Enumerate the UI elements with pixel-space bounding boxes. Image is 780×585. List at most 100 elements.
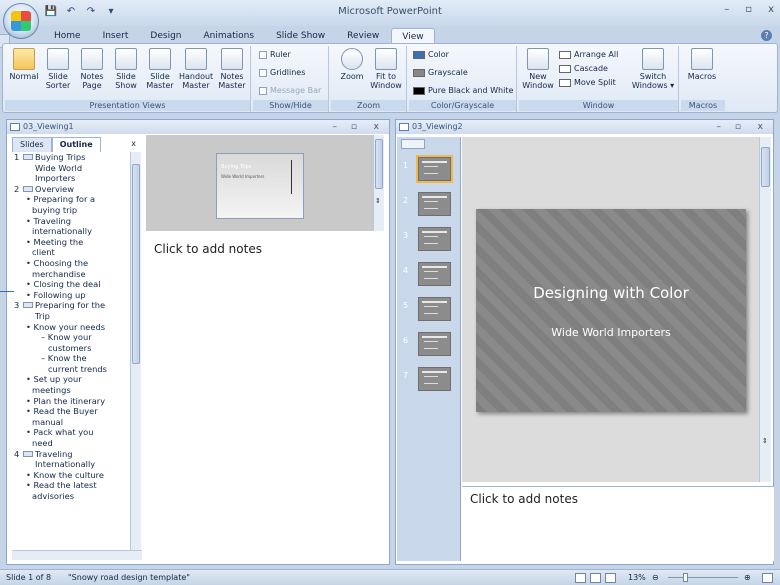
slide-show-status-icon[interactable]: [605, 573, 616, 583]
right-notes-placeholder[interactable]: Click to add notes: [470, 492, 578, 506]
slide-thumbnail[interactable]: [418, 227, 451, 251]
slide-thumbnail[interactable]: [416, 155, 453, 183]
prev-next-slide-icon[interactable]: ⇕: [762, 437, 768, 445]
outline-bullet[interactable]: • Set up your meetings: [12, 374, 130, 395]
slide-subtitle[interactable]: Wide World Importers: [476, 326, 746, 339]
outline-bullet[interactable]: – Know your customers: [12, 332, 130, 353]
notes-page-button[interactable]: Notes Page: [75, 48, 109, 90]
slide-master-button[interactable]: Slide Master: [143, 48, 177, 90]
gridlines-checkbox[interactable]: Gridlines: [259, 68, 305, 77]
outline-bullet[interactable]: • Closing the deal: [12, 279, 130, 290]
thumbnail-number: 2: [403, 196, 409, 205]
left-notes-placeholder[interactable]: Click to add notes: [154, 242, 262, 256]
outline-slide[interactable]: 4 Traveling Internationally: [12, 449, 130, 470]
group-macros: Macros Macros: [681, 46, 725, 112]
prev-next-slide-icon[interactable]: ⇕: [375, 197, 381, 205]
current-slide[interactable]: Designing with Color Wide World Importer…: [476, 209, 746, 412]
window-controls: – ▫ x: [724, 4, 774, 15]
normal-view-status-icon[interactable]: [575, 573, 586, 583]
left-slide-scroll-thumb[interactable]: [375, 139, 383, 189]
right-slide-scrollbar[interactable]: ⇕: [759, 137, 771, 482]
left-slide-scrollbar[interactable]: ⇕: [373, 135, 384, 231]
tab-slides[interactable]: Slides: [12, 137, 52, 152]
slide-thumbnails-pane[interactable]: 1 2 3 4 5 6 7: [397, 137, 461, 561]
slide-sorter-icon: [47, 48, 69, 70]
macros-button[interactable]: Macros: [685, 48, 719, 81]
outline-bullet[interactable]: • Pack what you need: [12, 427, 130, 448]
outline-bullet[interactable]: • Know your needs: [12, 322, 130, 333]
outline-bullet[interactable]: – Know the current trends: [12, 353, 130, 374]
notes-master-icon: [221, 48, 243, 70]
new-window-button[interactable]: New Window: [521, 48, 555, 90]
slide-thumbnail[interactable]: [418, 367, 451, 391]
right-slide-scroll-thumb[interactable]: [761, 147, 770, 187]
outline-bullet[interactable]: • Preparing for a buying trip: [12, 194, 130, 215]
slide-show-button[interactable]: Slide Show: [109, 48, 143, 90]
outline-bullet[interactable]: • Know the culture: [12, 470, 130, 481]
grayscale-button[interactable]: Grayscale: [413, 68, 468, 77]
outline-scroll-thumb[interactable]: [132, 164, 140, 364]
outline-slide-title[interactable]: Preparing for the Trip: [35, 300, 130, 321]
outline-bullet[interactable]: • Read the Buyer manual: [12, 406, 130, 427]
outline-bullet[interactable]: • Choosing the merchandise: [12, 258, 130, 279]
close-button[interactable]: x: [768, 4, 774, 15]
notes-master-button[interactable]: Notes Master: [215, 48, 249, 90]
zoom-in-icon[interactable]: ⊕: [744, 573, 751, 582]
outline-bullet[interactable]: • Read the latest advisories: [12, 480, 130, 501]
outline-bullet[interactable]: • Traveling internationally: [12, 216, 130, 237]
switch-windows-button[interactable]: Switch Windows ▾: [631, 48, 675, 90]
fit-to-window-button[interactable]: Fit to Window: [369, 48, 403, 90]
outline-slide-title[interactable]: Overview: [35, 184, 130, 195]
right-restore-button[interactable]: ▫: [735, 120, 741, 134]
outline-slide[interactable]: 2 Overview: [12, 184, 130, 195]
outline-pane[interactable]: 1 Buying Trips Wide World Importers 2 Overv…: [12, 152, 130, 550]
slide-sorter-button[interactable]: Slide Sorter: [41, 48, 75, 90]
thumb-text-lines: [424, 341, 438, 349]
zoom-slider-knob[interactable]: [683, 573, 688, 582]
zoom-level[interactable]: 13%: [628, 573, 646, 582]
restore-button[interactable]: ▫: [745, 4, 752, 15]
outline-slide-title[interactable]: Traveling Internationally: [35, 449, 130, 470]
outline-bullet[interactable]: • Following up: [12, 290, 130, 301]
document-icon: [10, 123, 20, 131]
help-icon[interactable]: ?: [761, 30, 772, 41]
color-button[interactable]: Color: [413, 50, 449, 59]
left-slide-thumbnail[interactable]: Buying Trips Wide World Importers: [216, 153, 304, 219]
left-close-button[interactable]: x: [374, 120, 379, 134]
ruler-checkbox[interactable]: Ruler: [259, 50, 291, 59]
minimize-button[interactable]: –: [724, 4, 729, 15]
pure-black-white-button[interactable]: Pure Black and White: [413, 86, 513, 95]
office-button[interactable]: [3, 3, 39, 39]
thumbnail-tabs[interactable]: [401, 139, 425, 149]
right-close-button[interactable]: x: [758, 120, 763, 134]
outline-scrollbar[interactable]: [130, 152, 141, 550]
slide-title[interactable]: Designing with Color: [476, 284, 746, 302]
left-minimize-button[interactable]: –: [333, 120, 338, 134]
thumbnail-number: 1: [403, 161, 409, 170]
slide-thumbnail[interactable]: [418, 297, 451, 321]
normal-view-button[interactable]: Normal: [7, 48, 41, 81]
slide-thumbnail[interactable]: [418, 262, 451, 286]
zoom-slider[interactable]: [668, 573, 738, 582]
outline-bullet[interactable]: • Meeting the client: [12, 237, 130, 258]
slide-thumbnail[interactable]: [418, 332, 451, 356]
outline-bullet[interactable]: • Plan the itinerary: [12, 396, 130, 407]
outline-slide-title[interactable]: Buying Trips Wide World Importers: [35, 152, 130, 184]
outline-hscrollbar[interactable]: [12, 550, 142, 560]
fit-slide-icon[interactable]: [762, 573, 773, 583]
outline-slide[interactable]: 1 Buying Trips Wide World Importers: [12, 152, 130, 184]
zoom-button[interactable]: Zoom: [335, 48, 369, 81]
slide-thumbnail[interactable]: [418, 192, 451, 216]
slide-sorter-status-icon[interactable]: [590, 573, 601, 583]
cascade-button[interactable]: Cascade: [559, 64, 608, 73]
tab-outline[interactable]: Outline: [51, 137, 101, 152]
handout-master-button[interactable]: Handout Master: [179, 48, 213, 90]
close-pane-icon[interactable]: x: [131, 139, 136, 148]
arrange-all-button[interactable]: Arrange All: [559, 50, 618, 59]
right-minimize-button[interactable]: –: [717, 120, 722, 134]
zoom-out-icon[interactable]: ⊖: [652, 573, 659, 582]
outline-slide[interactable]: 3 Preparing for the Trip: [12, 300, 130, 321]
right-notes-pane[interactable]: Click to add notes: [462, 486, 774, 561]
left-restore-button[interactable]: ▫: [351, 120, 357, 134]
move-split-button[interactable]: Move Split: [559, 78, 616, 87]
